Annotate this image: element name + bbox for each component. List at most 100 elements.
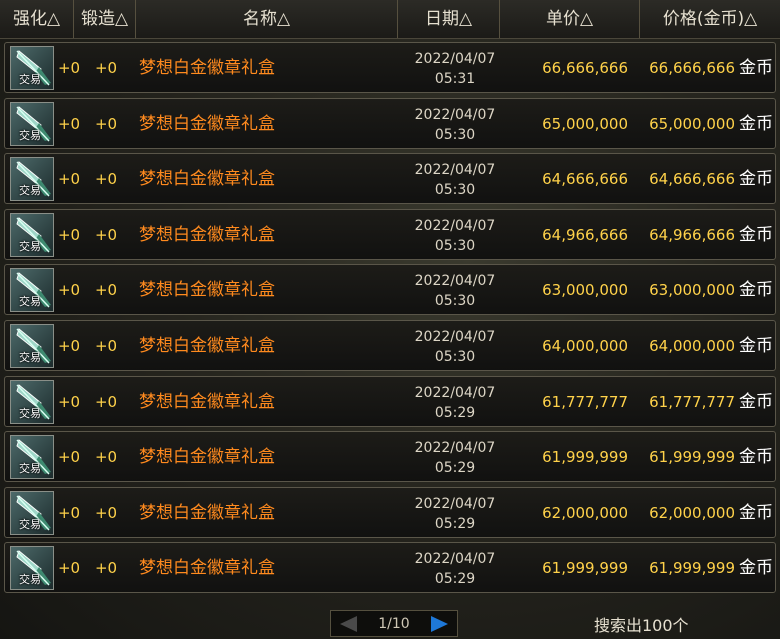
listing-row[interactable]: 交易 +0 +0 梦想白金徽章礼盒 2022/04/07 05:30 64,966,666 6… xyxy=(4,208,776,261)
sort-price-header[interactable]: 价格(金币)△ xyxy=(640,0,780,38)
total-price: 64,666,666 xyxy=(649,170,735,189)
listing-datetime: 2022/04/07 05:30 xyxy=(400,327,510,367)
next-arrow-icon[interactable] xyxy=(429,615,451,633)
unit-price: 64,666,666 xyxy=(542,170,628,189)
listing-row[interactable]: 交易 +0 +0 梦想白金徽章礼盒 2022/04/07 05:30 64,000,000 6… xyxy=(4,320,776,371)
item-name[interactable]: 梦想白金徽章礼盒 xyxy=(139,543,319,594)
item-icon[interactable]: 交易 xyxy=(10,157,54,202)
unit-price: 63,000,000 xyxy=(542,281,628,300)
listing-datetime: 2022/04/07 05:29 xyxy=(400,438,510,478)
item-icon[interactable]: 交易 xyxy=(10,546,54,591)
forge-level: +0 xyxy=(94,170,118,189)
listing-datetime: 2022/04/07 05:30 xyxy=(400,271,510,311)
item-name[interactable]: 梦想白金徽章礼盒 xyxy=(139,154,319,205)
item-icon[interactable]: 交易 xyxy=(10,435,54,480)
sort-enhance-header[interactable]: 强化△ xyxy=(0,0,74,38)
item-name[interactable]: 梦想白金徽章礼盒 xyxy=(139,210,319,261)
listing-date: 2022/04/07 xyxy=(414,440,496,457)
trade-tag: 交易 xyxy=(19,406,41,420)
search-result-count: 搜索出100个 xyxy=(594,616,689,635)
listing-row[interactable]: 交易 +0 +0 梦想白金徽章礼盒 2022/04/07 05:30 64,666,666 6… xyxy=(4,153,776,205)
total-price: 64,000,000 xyxy=(649,337,735,355)
currency-label: 金币 xyxy=(739,391,773,412)
item-name[interactable]: 梦想白金徽章礼盒 xyxy=(139,432,319,483)
unit-price: 62,000,000 xyxy=(542,503,628,522)
listing-datetime: 2022/04/07 05:30 xyxy=(400,105,510,145)
total-price: 61,999,999 xyxy=(649,559,735,578)
enhance-level: +0 xyxy=(57,503,81,522)
item-icon[interactable]: 交易 xyxy=(10,490,54,535)
item-icon[interactable]: 交易 xyxy=(10,379,54,424)
item-name[interactable]: 梦想白金徽章礼盒 xyxy=(139,488,319,539)
item-name[interactable]: 梦想白金徽章礼盒 xyxy=(139,265,319,316)
forge-level: +0 xyxy=(94,114,118,133)
unit-price: 61,777,777 xyxy=(542,392,628,411)
listing-row[interactable]: 交易 +0 +0 梦想白金徽章礼盒 2022/04/07 05:30 63,000,000 6… xyxy=(4,264,776,316)
unit-price: 64,000,000 xyxy=(542,337,628,355)
item-icon[interactable]: 交易 xyxy=(10,324,54,368)
item-name[interactable]: 梦想白金徽章礼盒 xyxy=(139,321,319,372)
enhance-level: +0 xyxy=(57,170,81,189)
listing-time: 05:29 xyxy=(434,404,476,421)
total-price: 65,000,000 xyxy=(649,114,735,133)
listing-datetime: 2022/04/07 05:29 xyxy=(400,383,510,423)
enhance-level: +0 xyxy=(57,225,81,244)
forge-level: +0 xyxy=(94,559,118,578)
trade-tag: 交易 xyxy=(19,128,41,142)
forge-level: +0 xyxy=(94,392,118,411)
forge-level: +0 xyxy=(94,225,118,244)
listing-time: 05:30 xyxy=(434,349,476,365)
listing-datetime: 2022/04/07 05:30 xyxy=(400,216,510,256)
listing-time: 05:30 xyxy=(434,237,476,254)
listing-row[interactable]: 交易 +0 +0 梦想白金徽章礼盒 2022/04/07 05:29 61,777,777 6… xyxy=(4,375,776,428)
item-icon[interactable]: 交易 xyxy=(10,46,54,90)
listing-time: 05:29 xyxy=(434,460,476,477)
listing-date: 2022/04/07 xyxy=(414,551,496,568)
table-header: 强化△ 锻造△ 名称△ 日期△ 单价△ 价格(金币)△ xyxy=(0,0,780,39)
item-icon[interactable]: 交易 xyxy=(10,268,54,313)
listing-date: 2022/04/07 xyxy=(414,162,496,179)
currency-label: 金币 xyxy=(739,336,773,356)
item-icon[interactable]: 交易 xyxy=(10,101,54,146)
item-name[interactable]: 梦想白金徽章礼盒 xyxy=(139,99,319,150)
listing-time: 05:29 xyxy=(434,515,476,532)
listing-row[interactable]: 交易 +0 +0 梦想白金徽章礼盒 2022/04/07 05:31 66,666,666 6… xyxy=(4,42,776,93)
currency-label: 金币 xyxy=(739,558,773,579)
listing-row[interactable]: 交易 +0 +0 梦想白金徽章礼盒 2022/04/07 05:29 61,999,999 6… xyxy=(4,431,776,483)
listing-datetime: 2022/04/07 05:29 xyxy=(400,549,510,589)
total-price: 61,999,999 xyxy=(649,448,735,467)
listing-row[interactable]: 交易 +0 +0 梦想白金徽章礼盒 2022/04/07 05:29 62,000,000 6… xyxy=(4,486,776,539)
trade-tag: 交易 xyxy=(19,351,41,364)
unit-price: 64,966,666 xyxy=(542,225,628,244)
forge-level: +0 xyxy=(94,59,118,77)
trade-tag: 交易 xyxy=(19,462,41,476)
prev-arrow-icon[interactable] xyxy=(337,615,359,633)
currency-label: 金币 xyxy=(739,58,773,78)
listing-time: 05:30 xyxy=(434,126,476,143)
trade-tag: 交易 xyxy=(19,73,41,86)
sort-date-header[interactable]: 日期△ xyxy=(398,0,500,38)
total-price: 61,777,777 xyxy=(649,392,735,411)
forge-level: +0 xyxy=(94,448,118,467)
listing-date: 2022/04/07 xyxy=(414,51,496,67)
sort-name-header[interactable]: 名称△ xyxy=(136,0,398,38)
enhance-level: +0 xyxy=(57,114,81,133)
currency-label: 金币 xyxy=(739,169,773,190)
currency-label: 金币 xyxy=(739,447,773,468)
listing-date: 2022/04/07 xyxy=(414,384,496,401)
unit-price: 66,666,666 xyxy=(542,59,628,77)
sort-forge-header[interactable]: 锻造△ xyxy=(74,0,136,38)
enhance-level: +0 xyxy=(57,59,81,77)
sort-unit-price-header[interactable]: 单价△ xyxy=(500,0,640,38)
item-icon[interactable]: 交易 xyxy=(10,212,54,257)
listing-row[interactable]: 交易 +0 +0 梦想白金徽章礼盒 2022/04/07 05:30 65,000,000 6… xyxy=(4,97,776,150)
listing-date: 2022/04/07 xyxy=(414,273,496,290)
listing-time: 05:31 xyxy=(434,71,476,87)
item-name[interactable]: 梦想白金徽章礼盒 xyxy=(139,377,319,428)
enhance-level: +0 xyxy=(57,392,81,411)
currency-label: 金币 xyxy=(739,224,773,245)
currency-label: 金币 xyxy=(739,280,773,301)
listing-row[interactable]: 交易 +0 +0 梦想白金徽章礼盒 2022/04/07 05:29 61,999,999 6… xyxy=(4,542,776,594)
total-price: 64,966,666 xyxy=(649,225,735,244)
item-name[interactable]: 梦想白金徽章礼盒 xyxy=(139,43,319,94)
